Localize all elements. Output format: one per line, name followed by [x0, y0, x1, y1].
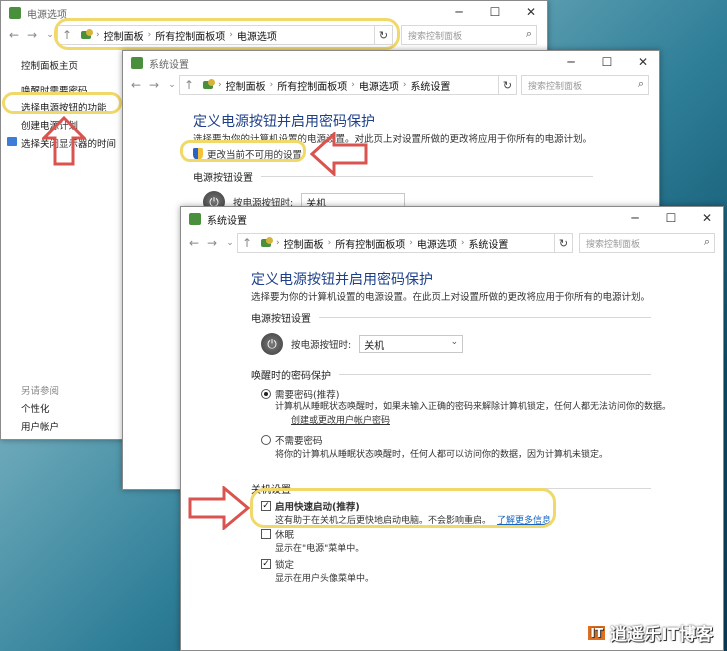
breadcrumb-item[interactable]: 系统设置 — [410, 78, 450, 93]
search-placeholder: 搜索控制面板 — [408, 31, 463, 42]
section-power-buttons: 电源按钮设置 — [193, 169, 593, 184]
breadcrumb-item[interactable]: 控制面板 — [226, 78, 266, 93]
power-button-label: 按电源按钮时: — [291, 340, 352, 351]
chevron-down-icon: ⌄ — [450, 337, 459, 347]
left-arrow-annotation-top — [310, 132, 368, 176]
sidebar-item-user-accounts[interactable]: 用户帐户 — [21, 419, 59, 433]
watermark-badge: IT — [587, 624, 607, 641]
option-no-password[interactable]: 不需要密码 — [261, 433, 323, 447]
breadcrumb-item[interactable]: 所有控制面板项 — [335, 236, 405, 251]
search-input[interactable]: 搜索控制面板 ⌕ — [579, 233, 715, 253]
search-icon: ⌕ — [525, 27, 532, 40]
option-require-label: 需要密码(推荐) — [275, 390, 340, 401]
change-link-highlight — [180, 140, 306, 162]
up-arrow-annotation — [42, 116, 86, 166]
search-icon: ⌕ — [637, 77, 644, 90]
minimize-button[interactable]: ─ — [553, 51, 589, 73]
lock-label: 锁定 — [275, 560, 295, 571]
minimize-button[interactable]: ─ — [617, 207, 653, 229]
power-button-row: ⏻ 按电源按钮时: 关机 ⌄ — [261, 333, 464, 355]
back-icon[interactable]: ← — [185, 236, 203, 250]
breadcrumb-item[interactable]: 电源选项 — [359, 78, 399, 93]
refresh-icon[interactable]: ↻ — [498, 76, 516, 94]
breadcrumb-item[interactable]: 控制面板 — [284, 236, 324, 251]
display-icon — [7, 137, 17, 146]
option-no-password-label: 不需要密码 — [275, 436, 323, 447]
fast-startup-highlight — [250, 488, 556, 528]
minimize-button[interactable]: ─ — [441, 1, 477, 23]
hibernate-label: 休眠 — [275, 530, 295, 541]
breadcrumb-item[interactable]: 电源选项 — [417, 236, 457, 251]
hibernate-row[interactable]: 休眠 — [261, 527, 294, 541]
section-wake-password: 唤醒时的密码保护 — [251, 367, 651, 382]
search-icon: ⌕ — [703, 235, 710, 248]
refresh-icon[interactable]: ↻ — [554, 234, 572, 252]
watermark-text: 逍遥乐IT博客 — [610, 625, 713, 645]
sidebar-highlight — [2, 92, 122, 114]
close-button[interactable]: ✕ — [689, 207, 723, 229]
option-no-password-desc: 将你的计算机从睡眠状态唤醒时，任何人都可以访问你的数据，因为计算机未锁定。 — [275, 450, 609, 460]
page-title: 定义电源按钮并启用密码保护 — [193, 114, 375, 130]
maximize-button[interactable]: ☐ — [653, 207, 689, 229]
right-arrow-annotation — [188, 486, 250, 530]
lock-checkbox[interactable]: ✓ — [261, 559, 271, 569]
window-controls: ─ ☐ ✕ — [553, 51, 659, 73]
hibernate-desc: 显示在"电源"菜单中。 — [275, 544, 365, 554]
radio-require-password[interactable] — [261, 389, 271, 399]
power-icon: ⏻ — [261, 333, 283, 355]
back-icon[interactable]: ← — [5, 28, 23, 42]
address-bar[interactable]: ↑ › 控制面板 › 所有控制面板项 › 电源选项 › 系统设置 ↻ — [179, 75, 517, 95]
forward-icon[interactable]: → — [145, 78, 163, 92]
search-placeholder: 搜索控制面板 — [528, 81, 583, 92]
forward-icon[interactable]: → — [23, 28, 41, 42]
window-title: 系统设置 — [207, 215, 247, 227]
page-description: 选择要为你的计算机设置的电源设置。在此页上对设置所做的更改将应用于你所有的电源计… — [251, 292, 651, 303]
create-password-link[interactable]: 创建或更改用户帐户密码 — [291, 413, 390, 426]
control-panel-icon — [260, 237, 274, 249]
close-button[interactable]: ✕ — [625, 51, 659, 73]
see-also-title: 另请参阅 — [21, 386, 60, 397]
title-bar: 系统设置 ─ ☐ ✕ — [181, 207, 723, 231]
sidebar-item-personalize[interactable]: 个性化 — [21, 401, 50, 415]
option-require-password[interactable]: 需要密码(推荐) — [261, 387, 339, 401]
settings-icon — [131, 57, 143, 69]
settings-icon — [189, 213, 201, 225]
maximize-button[interactable]: ☐ — [589, 51, 625, 73]
up-icon[interactable]: ↑ — [180, 78, 198, 92]
watermark: IT 逍遥乐IT博客 — [587, 620, 713, 645]
power-options-icon — [9, 7, 21, 19]
page-title: 定义电源按钮并启用密码保护 — [251, 272, 433, 288]
lock-row[interactable]: ✓ 锁定 — [261, 557, 294, 571]
search-placeholder: 搜索控制面板 — [586, 239, 641, 250]
window-controls: ─ ☐ ✕ — [617, 207, 723, 229]
window-title: 系统设置 — [149, 59, 189, 71]
section-power-buttons: 电源按钮设置 — [251, 310, 651, 325]
breadcrumb-item[interactable]: 系统设置 — [468, 236, 508, 251]
hibernate-checkbox[interactable] — [261, 529, 271, 539]
window-controls: ─ ☐ ✕ — [441, 1, 547, 23]
address-highlight — [54, 18, 400, 50]
radio-no-password[interactable] — [261, 435, 271, 445]
forward-icon[interactable]: → — [203, 236, 221, 250]
address-bar[interactable]: ↑ › 控制面板 › 所有控制面板项 › 电源选项 › 系统设置 ↻ — [237, 233, 573, 253]
system-settings-window: 系统设置 ─ ☐ ✕ ← → ⌄ ↑ › 控制面板 › 所有控制面板项 › 电源选项 … — [180, 206, 724, 651]
back-icon[interactable]: ← — [127, 78, 145, 92]
search-input[interactable]: 搜索控制面板 ⌕ — [401, 25, 537, 45]
maximize-button[interactable]: ☐ — [477, 1, 513, 23]
search-input[interactable]: 搜索控制面板 ⌕ — [521, 75, 649, 95]
window-title: 电源选项 — [27, 9, 67, 21]
close-button[interactable]: ✕ — [513, 1, 547, 23]
power-button-select[interactable]: 关机 ⌄ — [359, 335, 464, 353]
lock-desc: 显示在用户头像菜单中。 — [275, 574, 375, 584]
sidebar-home[interactable]: 控制面板主页 — [21, 58, 78, 72]
control-panel-icon — [202, 79, 216, 91]
breadcrumb-item[interactable]: 所有控制面板项 — [277, 78, 347, 93]
up-icon[interactable]: ↑ — [238, 236, 256, 250]
